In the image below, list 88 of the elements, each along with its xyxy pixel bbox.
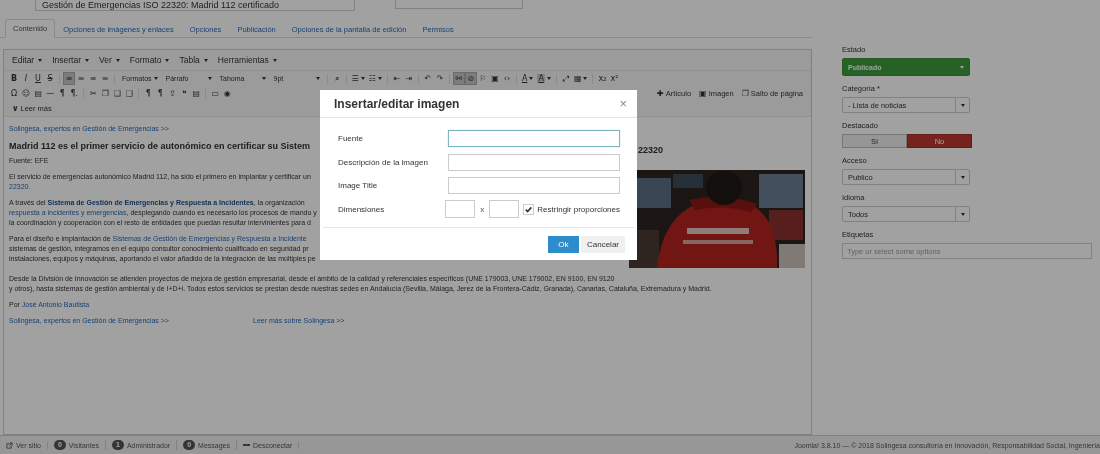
toolbar-button[interactable]: ❝ bbox=[178, 87, 191, 100]
title-field[interactable]: Gestión de Emergencias ISO 22320: Madrid 112 certificado bbox=[35, 0, 355, 11]
dialog-title: Insertar/editar imagen bbox=[334, 96, 460, 111]
toolbar-button[interactable]: ☷ bbox=[366, 72, 384, 85]
caret-icon bbox=[153, 77, 158, 80]
caret-icon bbox=[960, 103, 965, 107]
external-link-icon bbox=[6, 441, 13, 449]
toolbar-button[interactable]: x₂ bbox=[596, 72, 609, 85]
toolbar-button[interactable]: ☺ bbox=[20, 87, 33, 100]
toolbar-button[interactable]: ❏ bbox=[111, 87, 124, 100]
toolbar-button[interactable]: ◉ bbox=[221, 87, 234, 100]
caret-icon bbox=[115, 58, 120, 62]
menu-item[interactable]: Editar bbox=[7, 55, 48, 65]
menu-item[interactable]: Insertar bbox=[47, 55, 95, 65]
toolbar-button[interactable]: ❐ bbox=[99, 87, 112, 100]
ok-button[interactable]: Ok bbox=[548, 235, 579, 253]
text-field[interactable] bbox=[448, 153, 620, 171]
article-heading: Madrid 112 es el primer servicio de autonómico en certificar su Sistem bbox=[9, 140, 312, 152]
toolbar-button[interactable]: ¶ bbox=[142, 87, 155, 100]
menu-item[interactable]: Formato bbox=[124, 55, 175, 65]
toolbar-button[interactable]: ▤ bbox=[32, 87, 45, 100]
toolbar-icon: ✚ bbox=[656, 89, 664, 98]
height-field[interactable] bbox=[489, 200, 520, 219]
caret-icon bbox=[272, 58, 277, 62]
toolbar-button[interactable]: A bbox=[535, 72, 553, 85]
toolbar-button[interactable]: ↶ bbox=[421, 72, 434, 85]
field-label: Fuente bbox=[338, 134, 364, 144]
dimension-separator: x bbox=[480, 204, 485, 214]
menu-item[interactable]: Tabla bbox=[174, 55, 213, 65]
toolbar-button[interactable]: B bbox=[8, 72, 20, 85]
caret-icon bbox=[85, 58, 90, 62]
caret-icon bbox=[38, 58, 43, 62]
toolbar-icon: ∨ bbox=[12, 104, 19, 113]
toolbar-icon: ▣ bbox=[699, 89, 707, 98]
menu-item[interactable]: Ver bbox=[94, 55, 125, 65]
toolbar-button[interactable]: ⇥ bbox=[402, 72, 415, 85]
caret-icon bbox=[960, 212, 965, 216]
toolbar-button[interactable]: ≡ bbox=[63, 72, 75, 85]
width-field[interactable] bbox=[445, 200, 476, 219]
toolbar-button[interactable]: ≡ bbox=[99, 72, 111, 85]
toolbar-button[interactable]: ⤢ bbox=[559, 72, 572, 85]
caret-icon bbox=[315, 77, 320, 80]
close-button[interactable]: × bbox=[617, 96, 629, 111]
toolbar-button[interactable]: ▤ bbox=[190, 87, 203, 100]
toolbar-button[interactable]: ¶ bbox=[56, 87, 69, 100]
toolbar-button[interactable]: ↷ bbox=[433, 72, 446, 85]
toolbar-button[interactable]: ⌕ bbox=[330, 72, 343, 85]
toolbar-button[interactable]: ¶. bbox=[68, 87, 81, 100]
field-label: Dimensiones bbox=[338, 204, 386, 214]
caret-icon bbox=[207, 77, 212, 80]
toolbar-button[interactable]: ⇤ bbox=[390, 72, 403, 85]
toolbar-button[interactable]: ☰ bbox=[349, 72, 367, 85]
alias-field[interactable] bbox=[395, 0, 523, 9]
caret-icon bbox=[261, 77, 266, 80]
toolbar-button[interactable]: ≡ bbox=[75, 72, 87, 85]
caret-icon bbox=[960, 65, 964, 69]
toolbar-button[interactable]: A bbox=[519, 72, 536, 85]
toolbar-button[interactable]: I bbox=[20, 72, 32, 85]
toolbar-button[interactable]: ⚐ bbox=[476, 72, 489, 85]
toolbar-button[interactable]: ▦ bbox=[571, 72, 590, 85]
toolbar-button[interactable]: x² bbox=[608, 72, 621, 85]
caret-icon bbox=[960, 175, 965, 179]
toolbar-button[interactable]: ▣ bbox=[488, 72, 501, 85]
minus-icon bbox=[242, 444, 250, 446]
checkbox[interactable] bbox=[523, 203, 535, 215]
toolbar-button[interactable]: ✂ bbox=[87, 87, 100, 100]
toolbar-button[interactable]: ¶ bbox=[154, 87, 167, 100]
toolbar-icon: ❐ bbox=[741, 89, 749, 98]
field-label: Image Title bbox=[338, 181, 379, 191]
toolbar-button[interactable]: ⚯ bbox=[452, 72, 465, 85]
toolbar-button[interactable]: — bbox=[44, 87, 57, 100]
toolbar-button[interactable]: Ω bbox=[8, 87, 20, 100]
toolbar-button[interactable]: ❑ bbox=[123, 87, 136, 100]
toolbar-button[interactable]: ⇪ bbox=[166, 87, 179, 100]
toolbar-button[interactable]: ≡ bbox=[87, 72, 99, 85]
article-heading: 22320 bbox=[637, 144, 665, 156]
toolbar-button[interactable]: U bbox=[32, 72, 44, 85]
toolbar-button[interactable]: ▭ bbox=[209, 87, 222, 100]
toolbar-button[interactable]: ‹› bbox=[500, 72, 513, 85]
toolbar-button[interactable]: S bbox=[44, 72, 56, 85]
checkbox-label: Restringir proporciones bbox=[537, 204, 620, 214]
cancel-button[interactable]: Cancelar bbox=[581, 235, 625, 253]
text-field[interactable] bbox=[448, 177, 620, 195]
caret-icon bbox=[203, 58, 208, 62]
field-label: Descripción de la imagen bbox=[338, 157, 429, 167]
caret-icon bbox=[165, 58, 170, 62]
menu-item[interactable]: Herramientas bbox=[212, 55, 282, 65]
text-field[interactable] bbox=[448, 130, 620, 148]
